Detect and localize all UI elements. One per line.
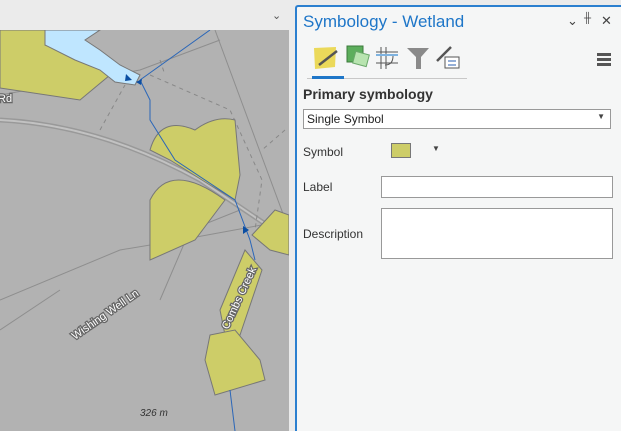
symbol-dropdown-arrow-icon[interactable]: ▼ xyxy=(432,144,440,153)
brush-polygon-icon xyxy=(314,47,338,69)
tab-vary-symbology[interactable] xyxy=(343,43,373,73)
drawing-order-icon xyxy=(376,47,398,69)
map-label-road-partial: Rd xyxy=(0,93,12,105)
symbol-swatch[interactable] xyxy=(391,143,411,158)
symbology-pane: Symbology - Wetland ⌄ ╫ ✕ Primary symbol… xyxy=(295,5,621,431)
section-heading: Primary symbology xyxy=(303,86,433,102)
tab-label-classes[interactable] xyxy=(403,43,433,73)
map-view[interactable]: Rd Wishing Well Ln Combs Creek 326 m xyxy=(0,30,289,431)
map-canvas[interactable]: Rd Wishing Well Ln Combs Creek 326 m xyxy=(0,30,289,431)
pin-icon[interactable]: ╫ xyxy=(584,13,591,24)
label-input[interactable] xyxy=(381,176,613,198)
map-scale-label: 326 m xyxy=(140,408,168,419)
symbology-type-select[interactable]: Single Symbol ▼ xyxy=(303,109,611,129)
label-field-label: Label xyxy=(303,180,333,194)
active-tab-indicator xyxy=(312,76,344,79)
symbol-label: Symbol xyxy=(303,145,344,159)
dropdown-arrow-icon: ▼ xyxy=(597,112,605,121)
description-label: Description xyxy=(303,227,364,241)
tab-symbol-layer-drawing[interactable] xyxy=(373,43,403,73)
select-value: Single Symbol xyxy=(307,112,384,126)
filter-icon xyxy=(407,48,429,69)
layers-icon xyxy=(346,45,370,68)
symbology-tabs xyxy=(307,43,467,79)
close-button[interactable]: ✕ xyxy=(601,13,612,29)
map-view-header: ⌄ xyxy=(0,0,290,30)
tab-primary-symbology[interactable] xyxy=(311,43,341,73)
tab-symbol-properties[interactable] xyxy=(433,43,463,73)
menu-icon[interactable] xyxy=(597,53,611,68)
pane-title: Symbology - Wetland xyxy=(303,12,465,31)
pane-options-button[interactable]: ⌄ xyxy=(567,13,578,29)
chevron-down-icon[interactable]: ⌄ xyxy=(272,9,281,22)
brush-list-icon xyxy=(436,46,460,69)
map-label-road: Wishing Well Ln xyxy=(70,288,141,343)
description-input[interactable] xyxy=(381,208,613,259)
